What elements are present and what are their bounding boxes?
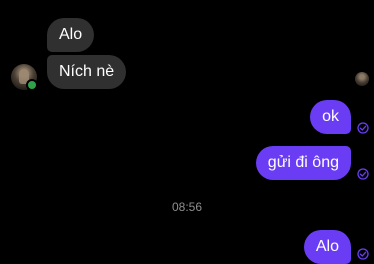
check-circle-icon — [357, 168, 369, 180]
message-text: Alo — [59, 26, 83, 43]
check-circle-icon — [357, 248, 369, 260]
outgoing-message-bubble[interactable]: gửi đi ông — [255, 146, 351, 180]
message-timestamp: 08:56 — [171, 200, 203, 214]
message-text: Alo — [315, 238, 339, 255]
online-status-dot — [26, 79, 38, 91]
seen-indicator-avatar — [355, 72, 369, 86]
message-text: ok — [322, 108, 339, 125]
message-text: Ních nè — [59, 63, 115, 80]
outgoing-message-bubble[interactable]: Alo — [303, 230, 351, 264]
chat-thread: Alo Ních nè ok gửi đi ông 08:56 Alo — [0, 0, 374, 264]
incoming-message-bubble[interactable]: Alo — [47, 18, 95, 52]
outgoing-message-bubble[interactable]: ok — [310, 100, 351, 134]
contact-avatar[interactable] — [11, 64, 38, 91]
message-text: gửi đi ông — [267, 154, 339, 171]
check-circle-icon — [357, 122, 369, 134]
incoming-message-bubble[interactable]: Ních nè — [47, 55, 127, 89]
